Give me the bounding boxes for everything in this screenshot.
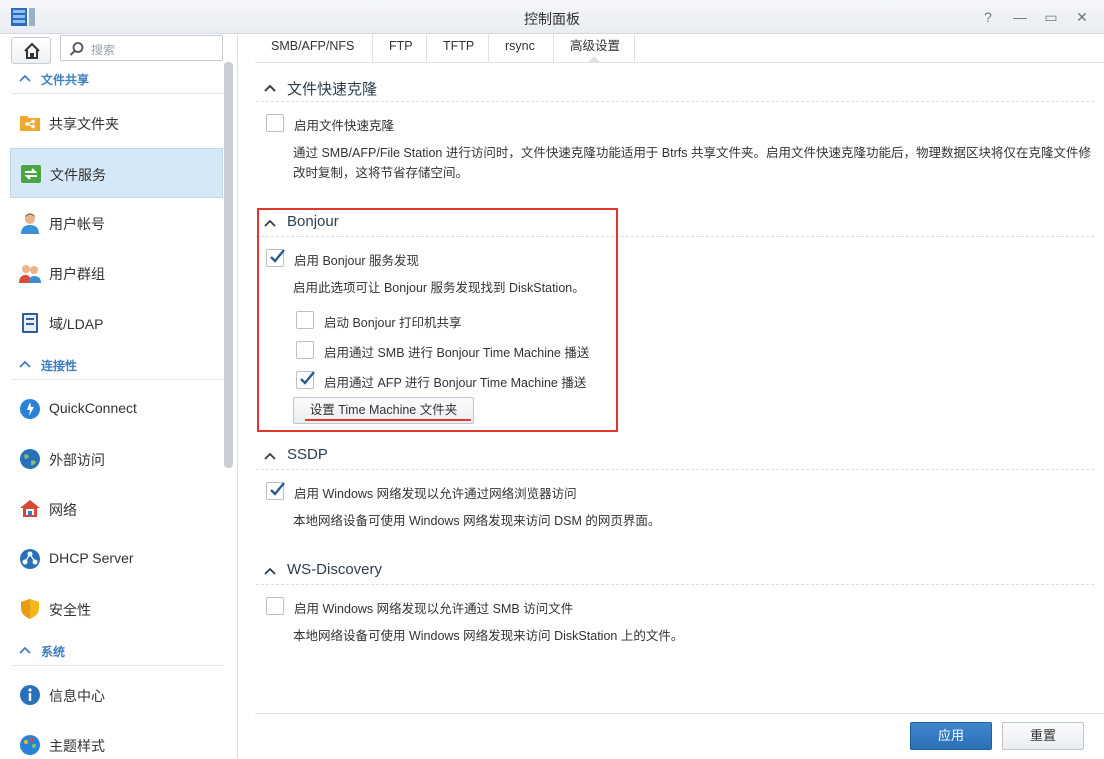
chevron-up-icon <box>264 567 276 575</box>
tab-rsync[interactable]: rsync <box>489 34 554 62</box>
checkbox-label: 启用 Windows 网络发现以允许通过 SMB 访问文件 <box>294 602 574 616</box>
sidebar-item-quickconnect[interactable]: QuickConnect <box>10 384 223 434</box>
sidebar-item-user[interactable]: 用户帐号 <box>10 198 223 248</box>
external-access-icon <box>20 449 40 469</box>
group-title-ssdp: SSDP <box>287 446 328 463</box>
sidebar-item-label: QuickConnect <box>49 400 137 416</box>
sidebar-item-file-services[interactable]: 文件服务 <box>10 148 223 198</box>
quickconnect-icon <box>20 399 40 419</box>
group-divider <box>256 584 1094 585</box>
sidebar-item-domain-ldap[interactable]: 域/LDAP <box>10 298 223 348</box>
section-header-system[interactable]: 系统 <box>0 636 224 666</box>
tab-smb-afp-nfs[interactable]: SMB/AFP/NFS <box>255 34 373 62</box>
chevron-up-icon <box>19 360 31 368</box>
search-placeholder: 搜索 <box>91 43 116 57</box>
sidebar-item-shared-folder[interactable]: 共享文件夹 <box>10 98 223 148</box>
chevron-up-icon <box>19 74 31 82</box>
checkbox-label: 启用文件快速克隆 <box>294 119 395 133</box>
sidebar-item-theme[interactable]: 主题样式 <box>10 720 223 759</box>
ssdp-checkbox[interactable] <box>266 482 285 500</box>
sidebar-item-network[interactable]: 网络 <box>10 484 223 534</box>
sidebar-item-label: 安全性 <box>49 602 91 618</box>
ws-discovery-description: 本地网络设备可使用 Windows 网络发现来访问 DiskStation 上的… <box>293 629 684 643</box>
sidebar-item-label: 共享文件夹 <box>49 116 119 132</box>
apply-button[interactable]: 应用 <box>910 722 992 750</box>
sidebar: 搜索 文件共享 共享文件夹 文件服务 用户帐号 用户群组 域/LDAP 连接性 … <box>0 34 238 759</box>
sidebar-item-external-access[interactable]: 外部访问 <box>10 434 223 484</box>
annotation-highlight-box <box>257 208 618 432</box>
section-header-connectivity[interactable]: 连接性 <box>0 350 224 380</box>
chevron-up-icon <box>264 452 276 460</box>
section-label: 连接性 <box>41 359 78 373</box>
fast-clone-description: 通过 SMB/AFP/File Station 进行访问时，文件快速克隆功能适用… <box>293 146 1091 180</box>
fast-clone-checkbox[interactable] <box>266 114 284 132</box>
sidebar-item-label: 外部访问 <box>49 452 105 468</box>
sidebar-item-info-center[interactable]: 信息中心 <box>10 670 223 720</box>
search-icon <box>69 42 84 56</box>
footer-divider <box>255 713 1104 714</box>
sidebar-item-label: 用户群组 <box>49 266 105 282</box>
home-icon <box>24 42 40 59</box>
sidebar-item-label: 网络 <box>49 502 77 518</box>
reset-button[interactable]: 重置 <box>1002 722 1084 750</box>
sidebar-item-security[interactable]: 安全性 <box>10 584 223 634</box>
search-input[interactable]: 搜索 <box>60 35 223 61</box>
tab-divider <box>255 62 1104 63</box>
tab-tftp[interactable]: TFTP <box>427 34 489 62</box>
sidebar-scrollbar[interactable] <box>224 62 233 468</box>
title-bar: 控制面板 ? — ▭ ✕ <box>0 0 1104 34</box>
section-label: 文件共享 <box>41 73 90 87</box>
file-services-icon <box>21 165 41 183</box>
dhcp-icon <box>20 549 40 569</box>
maximize-button[interactable]: ▭ <box>1042 8 1060 26</box>
sidebar-item-dhcp[interactable]: DHCP Server <box>10 534 223 584</box>
sidebar-item-label: 域/LDAP <box>49 316 104 332</box>
chevron-up-icon <box>19 646 31 654</box>
minimize-button[interactable]: — <box>1011 8 1029 26</box>
theme-icon <box>20 735 40 755</box>
ws-discovery-checkbox[interactable] <box>266 597 284 615</box>
tab-advanced-settings[interactable]: 高级设置 <box>554 34 635 62</box>
group-divider <box>256 101 1094 102</box>
checkmark-icon <box>270 482 285 496</box>
group-icon <box>19 265 41 283</box>
ssdp-description: 本地网络设备可使用 Windows 网络发现来访问 DSM 的网页界面。 <box>293 514 661 528</box>
shared-folder-icon <box>20 116 40 131</box>
info-center-icon <box>20 685 40 705</box>
domain-ldap-icon <box>22 313 38 333</box>
close-button[interactable]: ✕ <box>1073 8 1091 26</box>
checkbox-label: 启用 Windows 网络发现以允许通过网络浏览器访问 <box>294 487 577 501</box>
group-title-fast-clone: 文件快速克隆 <box>287 81 378 98</box>
tab-ftp[interactable]: FTP <box>373 34 427 62</box>
sidebar-item-label: 用户帐号 <box>49 216 105 232</box>
sidebar-item-label: 主题样式 <box>49 738 105 754</box>
section-label: 系统 <box>41 645 66 659</box>
group-divider <box>256 469 1094 470</box>
shield-icon <box>21 599 39 619</box>
sidebar-item-label: 信息中心 <box>49 688 105 704</box>
section-header-file-sharing[interactable]: 文件共享 <box>0 64 224 94</box>
chevron-up-icon <box>264 84 276 92</box>
user-icon <box>21 213 39 234</box>
home-button[interactable] <box>11 37 51 64</box>
sidebar-item-label: DHCP Server <box>49 550 134 566</box>
sidebar-item-group[interactable]: 用户群组 <box>10 248 223 298</box>
sidebar-item-label: 文件服务 <box>50 167 106 183</box>
network-icon <box>20 500 40 517</box>
group-title-ws-discovery: WS-Discovery <box>287 561 383 578</box>
window-title: 控制面板 <box>524 11 580 27</box>
help-button[interactable]: ? <box>979 8 997 26</box>
